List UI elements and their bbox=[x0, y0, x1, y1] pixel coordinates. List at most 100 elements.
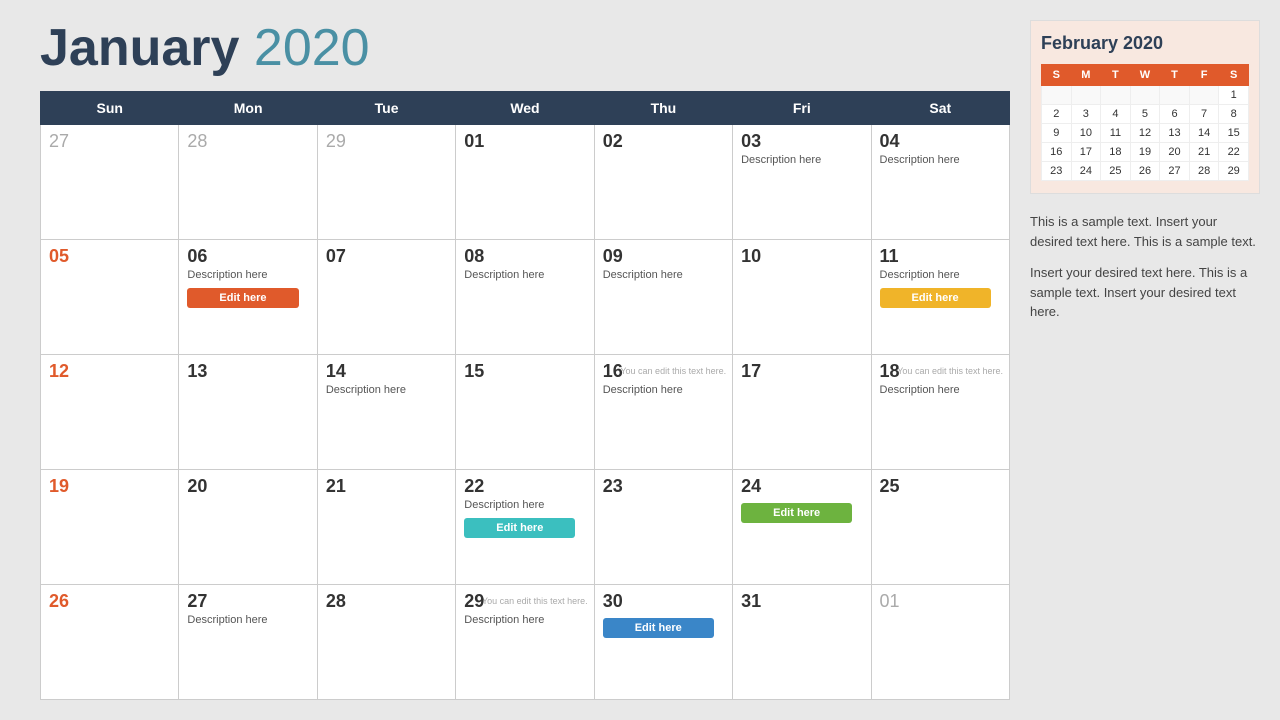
mini-cal-day: 7 bbox=[1189, 105, 1219, 124]
calendar-day: 01 bbox=[871, 585, 1009, 700]
calendar-day: 23 bbox=[594, 470, 732, 585]
mini-cal-header: W bbox=[1130, 65, 1160, 86]
mini-cal-day: 16 bbox=[1042, 143, 1072, 162]
day-number: 13 bbox=[187, 361, 310, 382]
calendar-day: 26 bbox=[41, 585, 179, 700]
calendar-day: 29 bbox=[317, 125, 455, 240]
day-header-mon: Mon bbox=[179, 92, 317, 125]
mini-cal-day: 25 bbox=[1101, 162, 1131, 181]
day-number: 19 bbox=[49, 476, 172, 497]
mini-cal-day: 2 bbox=[1042, 105, 1072, 124]
mini-cal-day: 3 bbox=[1071, 105, 1101, 124]
calendar-day: 16You can edit this text here.Descriptio… bbox=[594, 355, 732, 470]
calendar-day: 31 bbox=[733, 585, 871, 700]
title-month: January bbox=[40, 19, 239, 77]
day-number: 28 bbox=[187, 131, 310, 152]
mini-cal-day bbox=[1071, 86, 1101, 105]
mini-cal-header: M bbox=[1071, 65, 1101, 86]
mini-cal-day bbox=[1189, 86, 1219, 105]
day-number: 01 bbox=[464, 131, 587, 152]
mini-cal-header: F bbox=[1189, 65, 1219, 86]
mini-cal-title: February 2020 bbox=[1041, 33, 1249, 54]
day-number: 30 bbox=[603, 591, 726, 612]
mini-cal-day: 13 bbox=[1160, 124, 1190, 143]
mini-cal-header: S bbox=[1219, 65, 1249, 86]
day-number: 20 bbox=[187, 476, 310, 497]
mini-cal-day: 5 bbox=[1130, 105, 1160, 124]
day-number: 21 bbox=[326, 476, 449, 497]
day-header-sat: Sat bbox=[871, 92, 1009, 125]
day-number: 01 bbox=[880, 591, 1003, 612]
calendar-day: 28 bbox=[179, 125, 317, 240]
mini-cal-day bbox=[1160, 86, 1190, 105]
main-section: January 2020 SunMonTueWedThuFriSat 27282… bbox=[40, 20, 1010, 700]
calendar-day: 19 bbox=[41, 470, 179, 585]
mini-cal-header: T bbox=[1160, 65, 1190, 86]
day-description: Description here bbox=[880, 269, 1003, 281]
mini-cal-day: 18 bbox=[1101, 143, 1131, 162]
edit-button[interactable]: Edit here bbox=[741, 503, 852, 523]
calendar-day: 21 bbox=[317, 470, 455, 585]
day-number: 28 bbox=[326, 591, 449, 612]
calendar-day: 30 Edit here bbox=[594, 585, 732, 700]
day-number: 23 bbox=[603, 476, 726, 497]
calendar-day: 04Description here bbox=[871, 125, 1009, 240]
calendar-day: 13 bbox=[179, 355, 317, 470]
day-number: 07 bbox=[326, 246, 449, 267]
calendar-day: 29You can edit this text here.Descriptio… bbox=[456, 585, 594, 700]
day-description: Description here bbox=[880, 384, 1003, 396]
day-number: 08 bbox=[464, 246, 587, 267]
day-number: 02 bbox=[603, 131, 726, 152]
calendar-day: 11Description hereEdit here bbox=[871, 240, 1009, 355]
mini-cal-day bbox=[1042, 86, 1072, 105]
day-number: 27 bbox=[187, 591, 310, 612]
edit-button[interactable]: Edit here bbox=[464, 518, 575, 538]
edit-button[interactable]: Edit here bbox=[603, 618, 714, 638]
day-description: Description here bbox=[187, 614, 310, 626]
mini-calendar-box: February 2020 SMTWTFS1234567891011121314… bbox=[1030, 20, 1260, 194]
day-description: Description here bbox=[880, 154, 1003, 166]
title-year: 2020 bbox=[254, 19, 370, 77]
day-description: Description here bbox=[464, 499, 587, 511]
calendar-week-1: 05 06 Description here Edit here 07 08 Descrip… bbox=[41, 240, 1010, 355]
calendar-day: 24 Edit here bbox=[733, 470, 871, 585]
day-number: 15 bbox=[464, 361, 587, 382]
calendar-week-2: 121314Description here1516You can edit t… bbox=[41, 355, 1010, 470]
mini-cal-day bbox=[1130, 86, 1160, 105]
day-number: 06 bbox=[187, 246, 310, 267]
calendar-day: 28 bbox=[317, 585, 455, 700]
day-number: 27 bbox=[49, 131, 172, 152]
edit-button[interactable]: Edit here bbox=[187, 288, 298, 308]
day-number: 17 bbox=[741, 361, 864, 382]
mini-cal-day: 29 bbox=[1219, 162, 1249, 181]
day-header-fri: Fri bbox=[733, 92, 871, 125]
calendar-day: 17 bbox=[733, 355, 871, 470]
calendar-day: 27 bbox=[41, 125, 179, 240]
day-number: 31 bbox=[741, 591, 864, 612]
day-header-tue: Tue bbox=[317, 92, 455, 125]
day-description: Description here bbox=[464, 269, 587, 281]
day-header-wed: Wed bbox=[456, 92, 594, 125]
day-description: Description here bbox=[187, 269, 310, 281]
mini-cal-day: 1 bbox=[1219, 86, 1249, 105]
day-number: 22 bbox=[464, 476, 587, 497]
calendar-day: 05 bbox=[41, 240, 179, 355]
edit-button[interactable]: Edit here bbox=[880, 288, 991, 308]
day-header-sun: Sun bbox=[41, 92, 179, 125]
mini-cal-day: 10 bbox=[1071, 124, 1101, 143]
calendar-day: 22 Description here Edit here bbox=[456, 470, 594, 585]
calendar-day: 10 bbox=[733, 240, 871, 355]
mini-calendar: SMTWTFS123456789101112131415161718192021… bbox=[1041, 64, 1249, 181]
mini-cal-day: 8 bbox=[1219, 105, 1249, 124]
mini-cal-day: 24 bbox=[1071, 162, 1101, 181]
day-number: 24 bbox=[741, 476, 864, 497]
edit-hint: You can edit this text here. bbox=[482, 596, 588, 607]
day-number: 12 bbox=[49, 361, 172, 382]
mini-cal-day: 21 bbox=[1189, 143, 1219, 162]
day-description: Description here bbox=[603, 384, 726, 396]
calendar-day: 01 bbox=[456, 125, 594, 240]
calendar-day: 06 Description here Edit here bbox=[179, 240, 317, 355]
calendar-day: 08 Description here bbox=[456, 240, 594, 355]
day-description: Description here bbox=[741, 154, 864, 166]
mini-cal-day: 11 bbox=[1101, 124, 1131, 143]
